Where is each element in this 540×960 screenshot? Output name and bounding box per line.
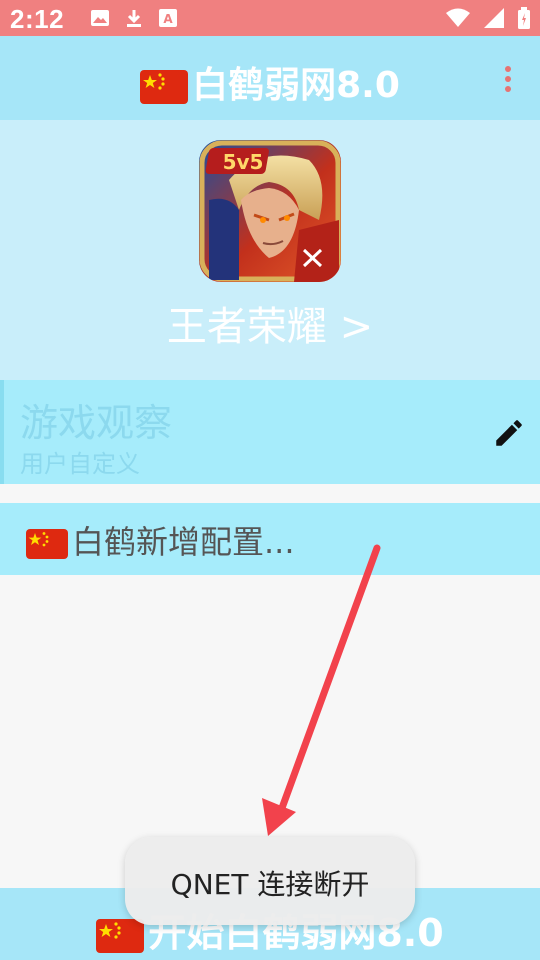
battery-icon [518, 7, 530, 29]
app-title-text: 白鹤弱网8.0 [192, 65, 400, 106]
download-icon [127, 10, 141, 27]
game-badge-5v5: 5v5 [205, 148, 269, 174]
gallery-icon [91, 10, 109, 26]
status-time: 2:12 [10, 4, 65, 34]
status-icons-left: A [90, 8, 178, 28]
china-flag-icon [140, 70, 189, 104]
status-icons-right [446, 7, 530, 29]
svg-text:5v5: 5v5 [223, 150, 264, 174]
config-item[interactable]: 白鹤新增配置... [0, 503, 540, 575]
config-label: 白鹤新增配置... [26, 517, 295, 563]
config-label-text: 白鹤新增配置... [72, 523, 295, 561]
app-bar: 白鹤弱网8.0 [0, 36, 540, 120]
mode-accent [0, 380, 4, 484]
mode-row[interactable]: 游戏观察 用户自定义 [0, 380, 540, 484]
mode-subtitle: 用户自定义 [20, 450, 140, 478]
more-vertical-icon[interactable] [504, 66, 512, 96]
app-title: 白鹤弱网8.0 [0, 56, 540, 108]
china-flag-icon [26, 529, 68, 559]
game-selector[interactable]: 5v5 王者荣耀 > [0, 120, 540, 380]
honor-of-kings-app-icon: 5v5 [199, 140, 341, 282]
font-icon: A [159, 9, 177, 27]
edit-pencil-icon[interactable] [492, 416, 526, 450]
wifi-icon [446, 8, 470, 27]
toast: QNET 连接断开 [125, 837, 415, 925]
svg-text:A: A [163, 12, 173, 26]
mode-title: 游戏观察 [20, 401, 173, 445]
china-flag-icon [96, 918, 145, 953]
toast-message: QNET 连接断开 [170, 868, 370, 901]
status-bar: 2:12 A [0, 0, 540, 36]
signal-icon [484, 8, 504, 28]
game-name: 王者荣耀 > [166, 304, 374, 350]
